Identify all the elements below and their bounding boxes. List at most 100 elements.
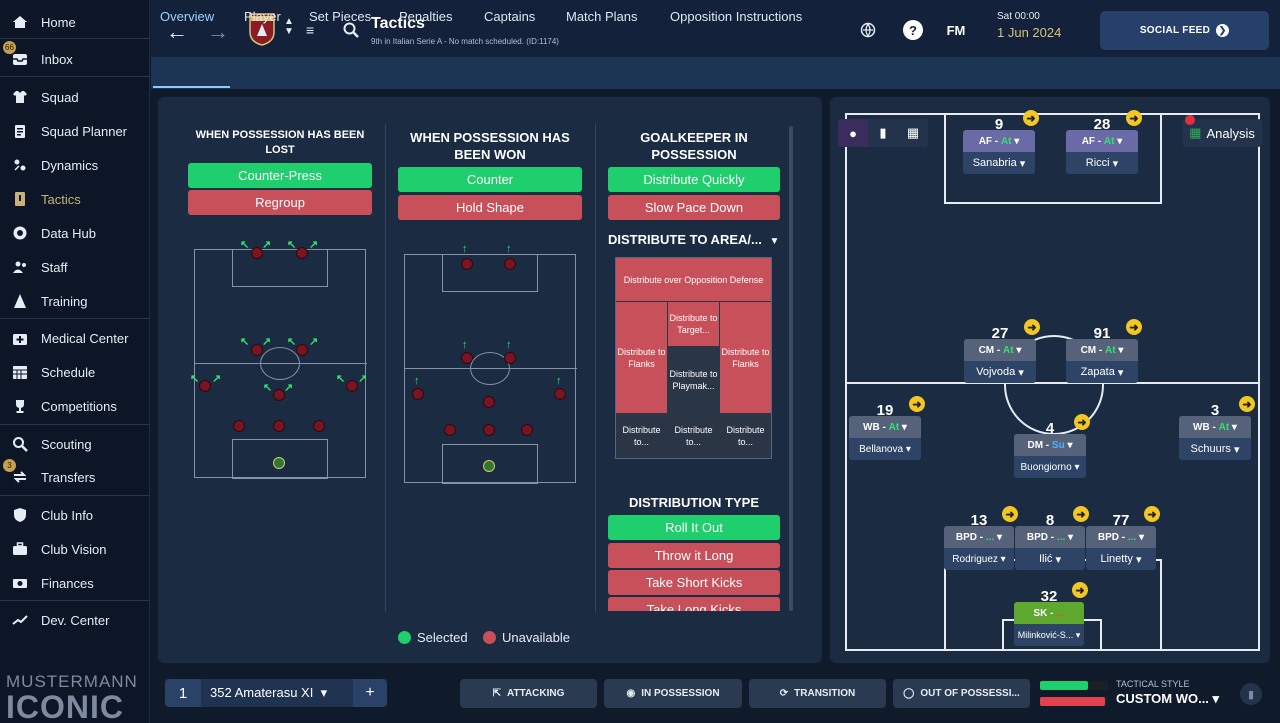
tab-set-pieces[interactable]: Set Pieces [309, 9, 371, 24]
phase-in-possession-button[interactable]: ◉ IN POSSESSION [604, 679, 742, 708]
sidebar-item-medical-center[interactable]: Medical Center [0, 321, 150, 355]
player-role[interactable]: AF - At ▾ [963, 130, 1035, 152]
date-display[interactable]: Sat 00:00 1 Jun 2024 [985, 11, 1080, 51]
phase-transition-button[interactable]: ⟳ TRANSITION [749, 679, 886, 708]
player-instruction-icon[interactable]: ➜ [1239, 396, 1255, 412]
player-card[interactable]: 9 ➜ AF - At ▾ Sanabria ▾ [963, 110, 1039, 174]
sidebar-item-finances[interactable]: Finances [0, 566, 150, 600]
sidebar-item-schedule[interactable]: Schedule [0, 355, 150, 389]
player-name[interactable]: Vojvoda ▾ [964, 361, 1036, 383]
sidebar-item-club-info[interactable]: Club Info [0, 498, 150, 532]
player-role[interactable]: DM - Su ▾ [1014, 434, 1086, 456]
tab-captains[interactable]: Captains [484, 9, 535, 24]
zone-playmaker[interactable]: Distribute to Playmak... [668, 347, 719, 413]
phase-attacking-button[interactable]: ⇱ ATTACKING [460, 679, 597, 708]
player-card[interactable]: 27 ➜ CM - At ▾ Vojvoda ▾ [964, 319, 1040, 383]
tactical-style-value[interactable]: CUSTOM WO... ▾ [1116, 691, 1219, 707]
player-card[interactable]: 8 ➜ BPD - ... ▾ Ilić ▾ [1015, 506, 1089, 570]
tab-penalties[interactable]: Penalties [399, 9, 452, 24]
stats-view-icon[interactable]: ▮ [868, 119, 898, 147]
tactic-selector[interactable]: 1 352 Amaterasu XI ▾ + [165, 679, 387, 707]
player-instruction-icon[interactable]: ➜ [1074, 414, 1090, 430]
player-instruction-icon[interactable]: ➜ [1126, 319, 1142, 335]
player-instruction-icon[interactable]: ➜ [1126, 110, 1142, 126]
player-name[interactable]: Sanabria ▾ [963, 152, 1035, 174]
player-name[interactable]: Rodriguez ▾ [944, 548, 1014, 570]
player-instruction-icon[interactable]: ➜ [1024, 319, 1040, 335]
regroup-button[interactable]: Regroup [188, 190, 372, 215]
tab-overview[interactable]: Overview [160, 9, 214, 24]
sidebar-item-scouting[interactable]: Scouting [0, 427, 150, 461]
player-name[interactable]: Zapata ▾ [1066, 361, 1138, 383]
player-card[interactable]: 32 ➜ SK - ... Milinković-S... ▾ [1014, 582, 1088, 646]
player-instruction-icon[interactable]: ➜ [1144, 506, 1160, 522]
counter-press-button[interactable]: Counter-Press [188, 163, 372, 188]
club-switch-arrows-icon[interactable]: ▲ ▼ [284, 17, 294, 37]
player-card[interactable]: 13 ➜ BPD - ... ▾ Rodriguez ▾ [944, 506, 1018, 570]
zone-bottom-left[interactable]: Distribute to... [616, 414, 667, 458]
sidebar-item-club-vision[interactable]: Club Vision [0, 532, 150, 566]
player-instruction-icon[interactable]: ➜ [909, 396, 925, 412]
player-instruction-icon[interactable]: ➜ [1072, 582, 1088, 598]
hold-shape-button[interactable]: Hold Shape [398, 195, 582, 220]
sidebar-item-home[interactable]: Home [0, 5, 150, 39]
player-name[interactable]: Linetty ▾ [1086, 548, 1156, 570]
player-name[interactable]: Ricci ▾ [1066, 152, 1138, 174]
take-long-kicks-button[interactable]: Take Long Kicks [608, 597, 780, 611]
counter-button[interactable]: Counter [398, 167, 582, 192]
player-role[interactable]: AF - At ▾ [1066, 130, 1138, 152]
player-card[interactable]: 28 ➜ AF - At ▾ Ricci ▾ [1066, 110, 1142, 174]
zone-bottom-right[interactable]: Distribute to... [720, 414, 771, 458]
tab-opposition-instructions[interactable]: Opposition Instructions [670, 9, 802, 24]
player-role[interactable]: WB - At ▾ [1179, 416, 1251, 438]
sidebar-item-staff[interactable]: Staff [0, 250, 150, 284]
sidebar-item-dev-center[interactable]: Dev. Center [0, 603, 150, 637]
distribute-area-dropdown[interactable]: DISTRIBUTE TO AREA/... ▼ [608, 232, 779, 247]
globe-icon[interactable] [858, 20, 878, 40]
roll-it-out-button[interactable]: Roll It Out [608, 515, 780, 540]
player-card[interactable]: 19 ➜ WB - At ▾ Bellanova ▾ [849, 396, 925, 460]
distribute-quickly-button[interactable]: Distribute Quickly [608, 167, 780, 192]
zone-over-defense[interactable]: Distribute over Opposition Defense [616, 258, 771, 301]
zone-target[interactable]: Distribute to Target... [668, 302, 719, 346]
phase-out-of-possession-button[interactable]: ◯ OUT OF POSSESSI... [893, 679, 1030, 708]
player-role[interactable]: BPD - ... ▾ [1086, 526, 1156, 548]
zone-bottom-center[interactable]: Distribute to... [668, 414, 719, 458]
sidebar-item-squad[interactable]: Squad [0, 80, 150, 114]
info-view-icon[interactable]: ▦ [898, 119, 928, 147]
player-name[interactable]: Schuurs ▾ [1179, 438, 1251, 460]
player-card[interactable]: 77 ➜ BPD - ... ▾ Linetty ▾ [1086, 506, 1160, 570]
player-card[interactable]: 91 ➜ CM - At ▾ Zapata ▾ [1066, 319, 1142, 383]
tactic-name[interactable]: 352 Amaterasu XI ▾ [210, 685, 327, 701]
player-role[interactable]: WB - At ▾ [849, 416, 921, 438]
zone-flanks-left[interactable]: Distribute to Flanks [616, 302, 667, 413]
scrollbar[interactable] [789, 126, 793, 611]
tab-player[interactable]: Player [244, 9, 281, 24]
sidebar-item-training[interactable]: Training [0, 284, 150, 318]
analysis-button[interactable]: ▦ Analysis [1182, 119, 1262, 147]
take-short-kicks-button[interactable]: Take Short Kicks [608, 570, 780, 595]
player-role[interactable]: BPD - ... ▾ [1015, 526, 1085, 548]
sidebar-item-squad-planner[interactable]: Squad Planner [0, 114, 150, 148]
help-icon[interactable]: ? [903, 20, 923, 40]
sidebar-item-inbox[interactable]: Inbox [0, 42, 150, 76]
tactical-style[interactable]: TACTICAL STYLE CUSTOM WO... ▾ [1116, 679, 1219, 707]
player-instruction-icon[interactable]: ➜ [1023, 110, 1039, 126]
slow-pace-down-button[interactable]: Slow Pace Down [608, 195, 780, 220]
sidebar-item-tactics[interactable]: Tactics [0, 182, 150, 216]
player-role[interactable]: BPD - ... ▾ [944, 526, 1014, 548]
player-card[interactable]: 3 ➜ WB - At ▾ Schuurs ▾ [1179, 396, 1255, 460]
zone-flanks-right[interactable]: Distribute to Flanks [720, 302, 771, 413]
tab-match-plans[interactable]: Match Plans [566, 9, 638, 24]
stats-icon[interactable]: ▮ [1240, 683, 1262, 705]
player-name[interactable]: Bellanova ▾ [849, 438, 921, 460]
sidebar-item-competitions[interactable]: Competitions [0, 389, 150, 423]
throw-it-long-button[interactable]: Throw it Long [608, 543, 780, 568]
add-tactic-button[interactable]: + [353, 679, 387, 707]
social-feed-button[interactable]: SOCIAL FEED ❯ [1100, 11, 1269, 50]
player-card[interactable]: 4 ➜ DM - Su ▾ Buongiorno ▾ [1014, 414, 1090, 478]
sidebar-item-data-hub[interactable]: Data Hub [0, 216, 150, 250]
player-role[interactable]: CM - At ▾ [964, 339, 1036, 361]
sidebar-item-transfers[interactable]: Transfers [0, 460, 150, 494]
sidebar-item-dynamics[interactable]: Dynamics [0, 148, 150, 182]
